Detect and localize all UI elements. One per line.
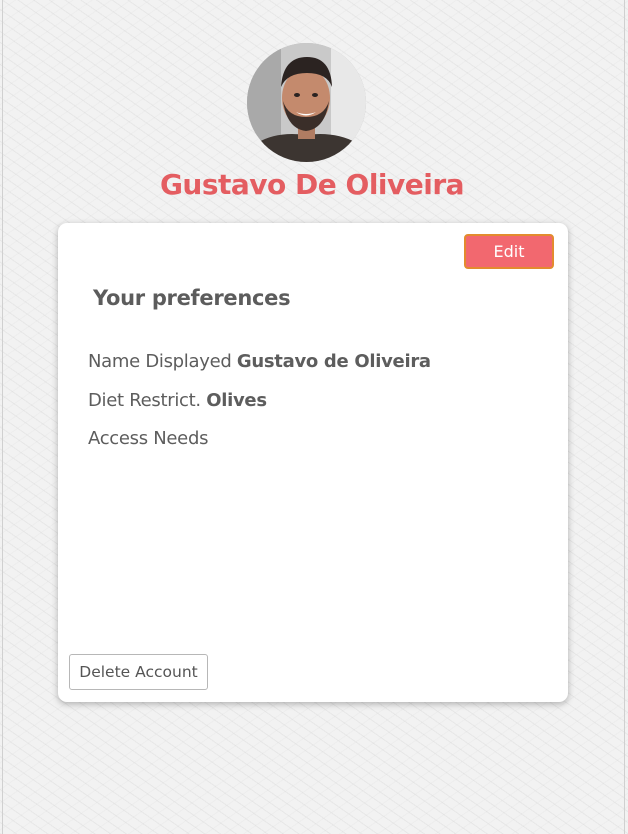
- profile-name: Gustavo De Oliveira: [159, 168, 465, 201]
- avatar: [247, 43, 366, 162]
- pref-row-name-displayed: Name Displayed Gustavo de Oliveira: [88, 351, 431, 372]
- page-border-right: [624, 0, 625, 834]
- pref-label: Name Displayed: [88, 351, 232, 372]
- section-title: Your preferences: [93, 286, 291, 310]
- edit-button[interactable]: Edit: [464, 234, 554, 269]
- pref-row-diet-restrict: Diet Restrict. Olives: [88, 390, 267, 411]
- page-border-left: [2, 0, 3, 834]
- pref-row-access-needs: Access Needs: [88, 428, 208, 449]
- pref-label: Access Needs: [88, 428, 209, 449]
- pref-value: Olives: [206, 390, 267, 411]
- profile-photo: [247, 43, 366, 162]
- pref-value: Gustavo de Oliveira: [236, 351, 431, 372]
- delete-account-button[interactable]: Delete Account: [69, 654, 208, 690]
- pref-label: Diet Restrict.: [88, 390, 201, 411]
- preferences-card: Edit Your preferences Name Displayed Gus…: [58, 223, 568, 702]
